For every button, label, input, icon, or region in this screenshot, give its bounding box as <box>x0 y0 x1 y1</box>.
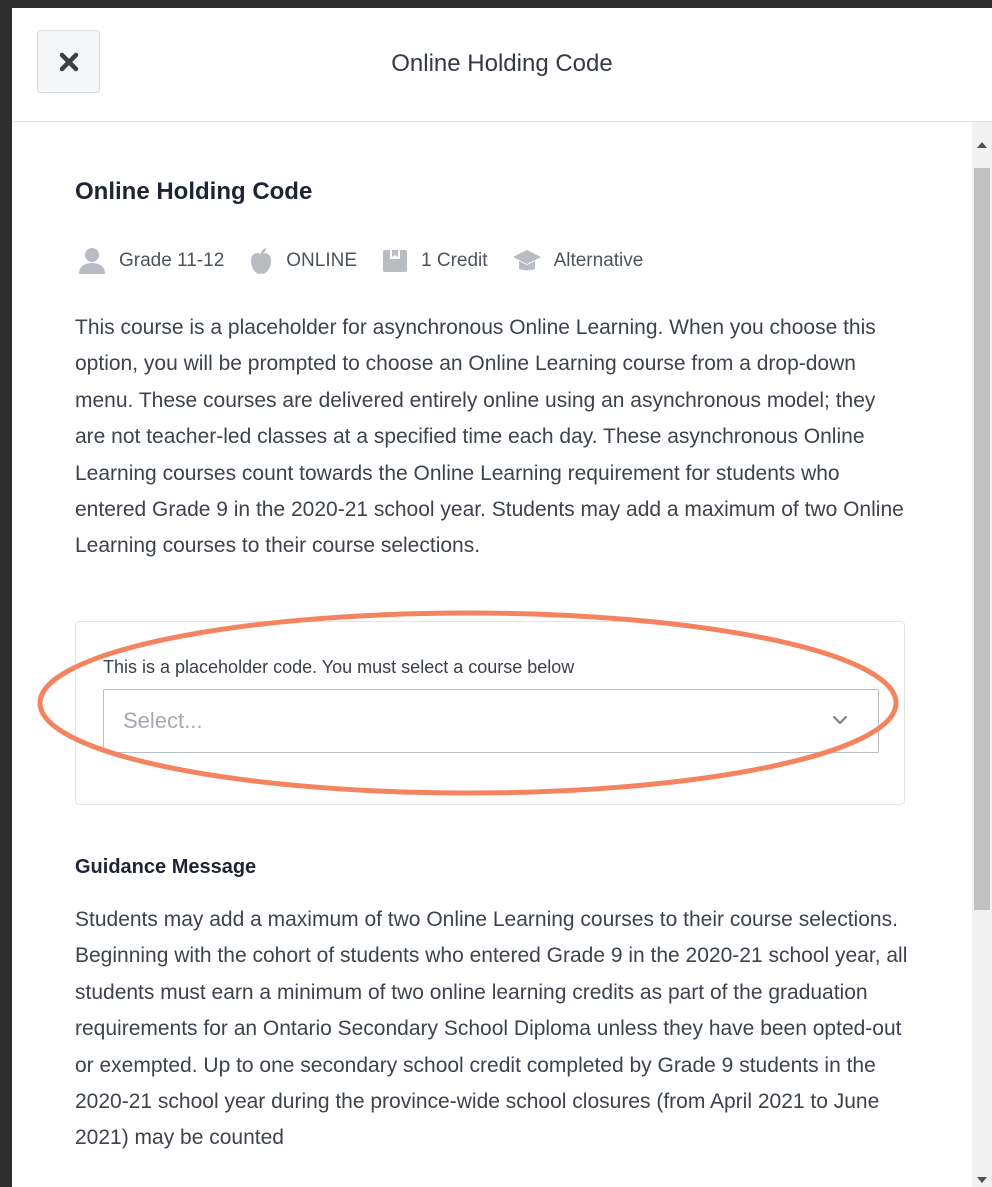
meta-type: Alternative <box>512 247 644 275</box>
chevron-down-icon <box>832 715 848 725</box>
apple-icon <box>251 248 272 274</box>
person-icon <box>79 248 105 274</box>
delivery-label: ONLINE <box>286 250 358 271</box>
modal-body: Online Holding Code Grade 11-12 ONLINE 1… <box>12 122 972 1187</box>
guidance-message: Students may add a maximum of two Online… <box>75 902 910 1157</box>
select-label: This is a placeholder code. You must sel… <box>103 657 575 677</box>
credit-label: 1 Credit <box>421 250 488 271</box>
type-label: Alternative <box>553 250 644 271</box>
course-detail-modal: Online Holding Code Online Holding Code … <box>12 8 992 1187</box>
course-description: This course is a placeholder for asynchr… <box>75 316 904 558</box>
scroll-up-arrow-icon[interactable] <box>977 142 987 148</box>
course-select-dropdown[interactable]: Select... <box>103 689 879 753</box>
course-title: Online Holding Code <box>75 178 313 205</box>
course-select-card: This is a placeholder code. You must sel… <box>75 621 905 805</box>
guidance-paragraph: Beginning with the cohort of students wh… <box>75 944 908 1150</box>
meta-credit: 1 Credit <box>381 247 488 275</box>
select-placeholder: Select... <box>123 708 203 733</box>
guidance-title: Guidance Message <box>75 856 257 878</box>
meta-delivery: ONLINE <box>248 247 357 275</box>
book-icon <box>383 250 408 272</box>
modal-title: Online Holding Code <box>391 50 613 77</box>
grade-label: Grade 11-12 <box>119 250 225 271</box>
modal-header: Online Holding Code <box>12 8 992 122</box>
vertical-scrollbar[interactable] <box>972 122 992 1187</box>
course-meta: Grade 11-12 ONLINE 1 Credit Alternative <box>77 246 667 276</box>
meta-grade: Grade 11-12 <box>77 247 224 275</box>
scroll-down-arrow-icon[interactable] <box>977 1177 987 1183</box>
graduation-cap-icon <box>512 250 541 271</box>
scrollbar-thumb[interactable] <box>974 168 990 910</box>
guidance-paragraph: Students may add a maximum of two Online… <box>75 908 898 931</box>
